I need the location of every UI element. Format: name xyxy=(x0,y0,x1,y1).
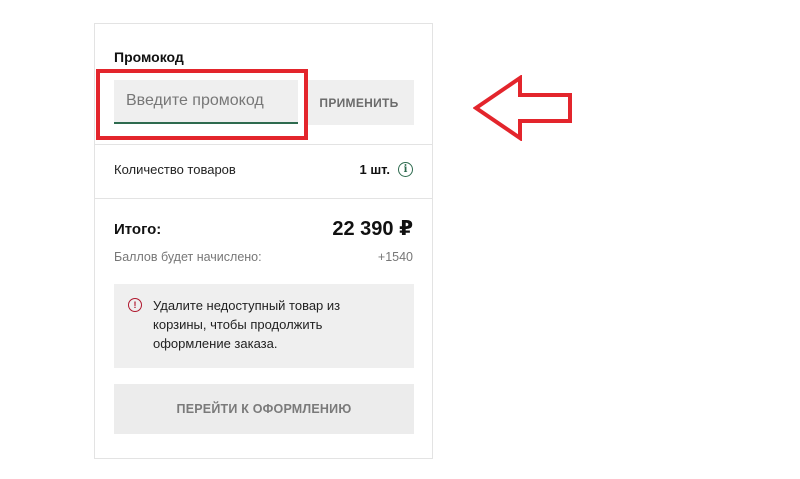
left-arrow-icon xyxy=(473,75,572,141)
divider xyxy=(95,144,432,145)
exclamation-icon: ! xyxy=(128,298,142,312)
points-value: +1540 xyxy=(377,250,413,264)
alert-text: Удалите недоступный товар из корзины, чт… xyxy=(153,298,341,351)
promo-title: Промокод xyxy=(114,49,184,65)
total-value: 22 390 ₽ xyxy=(332,218,413,240)
apply-promo-button[interactable]: ПРИМЕНИТЬ xyxy=(304,80,414,125)
promo-input[interactable] xyxy=(114,80,298,124)
item-count-value: 1 шт. xyxy=(359,162,390,177)
points-label: Баллов будет начислено: xyxy=(114,250,262,264)
checkout-button[interactable]: ПЕРЕЙТИ К ОФОРМЛЕНИЮ xyxy=(114,384,414,434)
info-icon[interactable]: i xyxy=(398,162,413,177)
order-summary-card: Промокод ПРИМЕНИТЬ Количество товаров 1 … xyxy=(94,23,433,459)
divider xyxy=(95,198,432,199)
unavailable-item-alert: ! Удалите недоступный товар из корзины, … xyxy=(114,284,414,368)
